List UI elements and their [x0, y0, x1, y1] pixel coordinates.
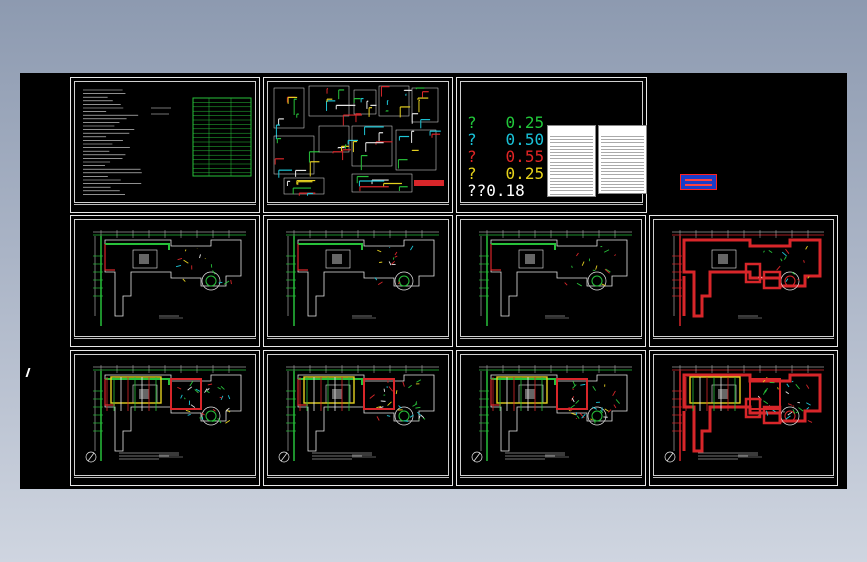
plan-sheet-4[interactable]: [649, 215, 838, 347]
table-rule: [601, 168, 644, 169]
schedule-table-right: [598, 125, 647, 194]
table-rule: [601, 171, 644, 173]
details-drawing: [273, 85, 444, 196]
floor-plan-drawing: [85, 365, 246, 463]
table-rule: [550, 152, 593, 153]
table-rule: [550, 139, 593, 141]
table-rule: [550, 193, 593, 195]
plan-sheet-2[interactable]: [263, 215, 453, 347]
lineweight-legend: ? 0.25? 0.50? 0.55? 0.25 ??0.18: [467, 115, 557, 203]
legend-row: ? 0.50: [467, 132, 544, 148]
table-rule: [550, 145, 593, 147]
table-rule: [550, 174, 593, 176]
legend-row: ??0.18: [467, 183, 525, 199]
legend-row: ? 0.25: [467, 166, 544, 182]
table-rule: [601, 139, 644, 141]
table-rule: [550, 190, 593, 192]
table-rule: [601, 152, 644, 153]
table-rule: [601, 142, 644, 144]
table-rule: [550, 155, 593, 157]
legend-value: 0.18: [486, 181, 525, 200]
table-rule: [601, 145, 644, 147]
table-rule: [601, 158, 644, 160]
table-rule: [601, 180, 644, 182]
plan-sheet-6[interactable]: [263, 350, 453, 486]
table-rule: [601, 174, 644, 176]
table-rule: [601, 161, 644, 163]
legend-sheet[interactable]: ? 0.25? 0.50? 0.55? 0.25 ??0.18: [456, 77, 647, 213]
table-rule: [601, 164, 644, 166]
table-rule: [550, 171, 593, 173]
floor-plan-drawing: [664, 365, 824, 463]
table-rule: [550, 180, 593, 182]
floor-plan-drawing: [93, 230, 246, 326]
drawing-canvas[interactable]: ? 0.25? 0.50? 0.55? 0.25 ??0.18: [20, 73, 847, 489]
legend-row: ? 0.55: [467, 149, 544, 165]
sheet-title-block: [460, 204, 643, 210]
floor-plan-drawing: [278, 365, 439, 463]
table-rule: [550, 187, 593, 189]
table-rule: [550, 164, 593, 166]
legend-row: ? 0.25: [467, 115, 544, 131]
table-rule: [550, 148, 593, 150]
table-rule: [550, 136, 593, 137]
details-sheet[interactable]: [263, 77, 453, 213]
table-rule: [550, 184, 593, 185]
red-blue-stamp: [680, 174, 717, 190]
table-rule: [601, 148, 644, 150]
floor-plan-drawing: [471, 365, 632, 463]
table-rule: [601, 136, 644, 137]
legend-mark: ??: [467, 181, 487, 200]
table-rule: [550, 142, 593, 144]
notes-sheet[interactable]: [70, 77, 260, 213]
plan-sheet-5[interactable]: [70, 350, 260, 486]
table-rule: [601, 177, 644, 179]
plan-sheet-3[interactable]: [456, 215, 646, 347]
table-rule: [601, 190, 644, 192]
schedule-table-left: [547, 125, 596, 197]
table-header: [550, 129, 593, 135]
floor-plan-drawing: [672, 230, 824, 326]
floor-plan-drawing: [479, 230, 632, 326]
table-rule: [550, 158, 593, 160]
table-rule: [550, 161, 593, 163]
notes-drawing: [83, 89, 252, 195]
table-rule: [601, 187, 644, 189]
table-rule: [601, 184, 644, 185]
table-rule: [550, 168, 593, 169]
plan-sheet-1[interactable]: [70, 215, 260, 347]
table-header: [601, 129, 644, 135]
table-rule: [550, 177, 593, 179]
plan-sheet-7[interactable]: [456, 350, 646, 486]
plan-sheet-8[interactable]: [649, 350, 838, 486]
floor-plan-drawing: [286, 230, 439, 326]
table-rule: [601, 155, 644, 157]
